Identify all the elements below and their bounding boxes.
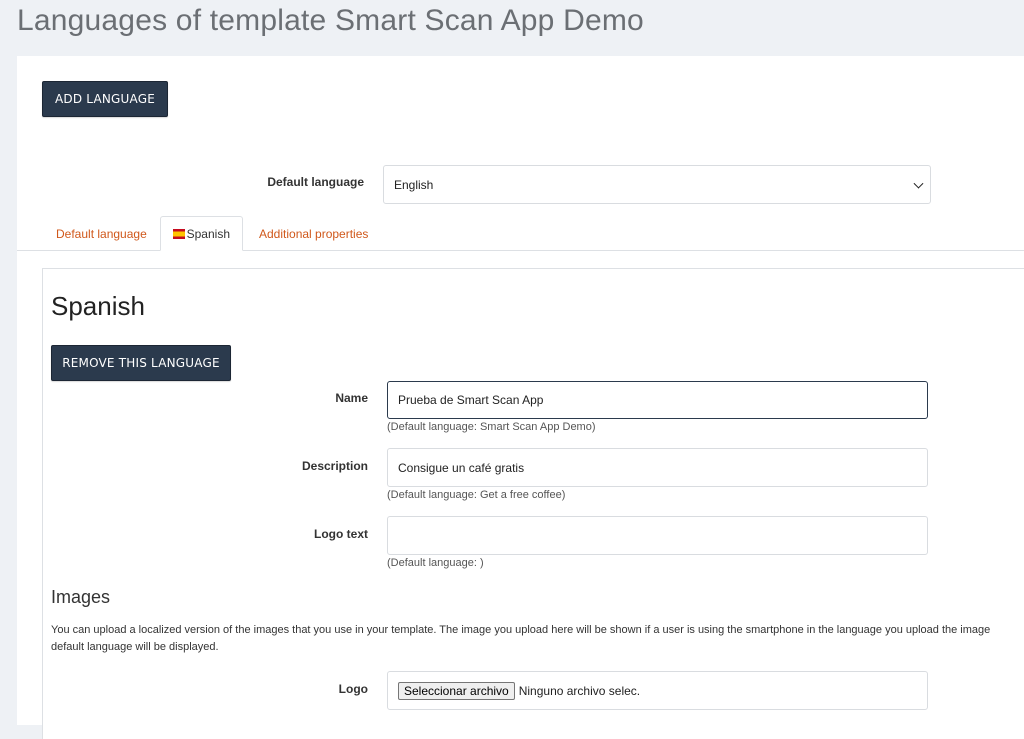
logo-label: Logo xyxy=(338,682,368,696)
name-label: Name xyxy=(335,391,368,405)
default-language-value: English xyxy=(394,177,434,192)
tab-label: Additional properties xyxy=(259,226,369,241)
logo-file-field: Seleccionar archivo Ninguno archivo sele… xyxy=(387,671,928,710)
tab-label: Spanish xyxy=(186,226,230,241)
spain-flag-icon xyxy=(173,228,185,239)
logo-text-help-text: (Default language: ) xyxy=(387,557,484,569)
tab-label: Default language xyxy=(56,226,147,241)
name-help-text: (Default language: Smart Scan App Demo) xyxy=(387,421,596,433)
images-description-line1: You can upload a localized version of th… xyxy=(51,624,991,636)
tab-default-language[interactable]: Default language xyxy=(44,216,159,251)
tab-spanish[interactable]: Spanish xyxy=(160,216,243,251)
logo-text-label: Logo text xyxy=(314,527,368,541)
description-help-text: (Default language: Get a free coffee) xyxy=(387,489,566,501)
file-status-text: Ninguno archivo selec. xyxy=(518,683,641,698)
choose-file-button[interactable]: Seleccionar archivo xyxy=(398,681,515,700)
content-card: ADD LANGUAGE Default language English De… xyxy=(17,56,1024,739)
remove-language-button[interactable]: REMOVE THIS LANGUAGE xyxy=(51,345,231,381)
images-description-line2: default language will be displayed. xyxy=(51,641,219,653)
chevron-down-icon xyxy=(913,178,924,189)
tab-additional-properties[interactable]: Additional properties xyxy=(247,216,380,251)
language-panel: Spanish REMOVE THIS LANGUAGE Name Prueba… xyxy=(42,268,1024,739)
panel-heading: Spanish xyxy=(51,291,145,321)
default-language-select[interactable]: English xyxy=(383,165,931,204)
logo-text-input[interactable] xyxy=(387,516,928,555)
name-input[interactable]: Prueba de Smart Scan App xyxy=(387,381,928,419)
add-language-button[interactable]: ADD LANGUAGE xyxy=(42,81,168,117)
name-value: Prueba de Smart Scan App xyxy=(398,393,544,407)
default-language-label: Default language xyxy=(267,175,364,189)
page-title: Languages of template Smart Scan App Dem… xyxy=(17,4,644,37)
description-value: Consigue un café gratis xyxy=(398,460,525,475)
description-input[interactable]: Consigue un café gratis xyxy=(387,448,928,487)
images-heading: Images xyxy=(51,587,111,607)
description-label: Description xyxy=(301,459,368,473)
